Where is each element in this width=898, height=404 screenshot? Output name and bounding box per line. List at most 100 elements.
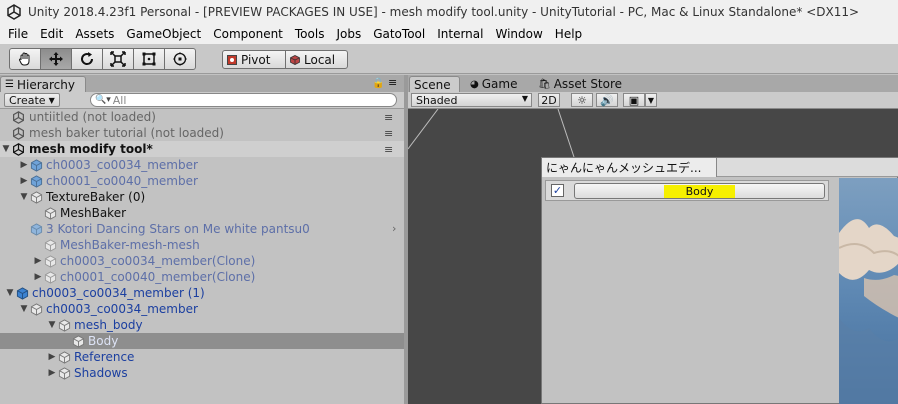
tree-item[interactable]: ▶ ch0001_co0040_member bbox=[0, 173, 404, 189]
combined-transform-icon bbox=[173, 52, 187, 66]
row-label: ch0001_co0040_member bbox=[46, 174, 198, 188]
effects-dropdown[interactable]: ▼ bbox=[645, 93, 657, 107]
gameobject-cube-icon bbox=[58, 366, 71, 380]
expand-arrow-icon[interactable]: ▼ bbox=[18, 192, 30, 202]
row-label: MeshBaker bbox=[60, 206, 127, 220]
menu-gatotool[interactable]: GatoTool bbox=[367, 27, 431, 41]
expand-arrow-icon[interactable]: ▶ bbox=[46, 368, 58, 378]
pivot-icon bbox=[227, 54, 237, 65]
pacman-icon: ◕ bbox=[470, 78, 479, 90]
scene-menu-icon[interactable]: ≡ bbox=[384, 127, 393, 140]
pivot-label: Pivot bbox=[241, 52, 271, 67]
tree-item[interactable]: ▶ ch0001_co0040_member(Clone) bbox=[0, 269, 404, 285]
move-tool-button[interactable] bbox=[40, 48, 72, 70]
toggle-2d-button[interactable]: 2D bbox=[538, 93, 560, 107]
tree-item[interactable]: ▼ ch0003_co0034_member bbox=[0, 301, 404, 317]
row-label: Shadows bbox=[74, 366, 128, 380]
transform-tools bbox=[9, 48, 196, 70]
scene-menu-icon[interactable]: ≡ bbox=[384, 111, 393, 124]
tree-item[interactable]: ▼ ch0003_co0034_member (1) bbox=[0, 285, 404, 301]
row-label: ch0001_co0040_member(Clone) bbox=[60, 270, 256, 284]
local-button[interactable]: Local bbox=[285, 50, 348, 69]
menu-component[interactable]: Component bbox=[207, 27, 289, 41]
mesh-editor-title: にゃんにゃんメッシュエデ... bbox=[546, 161, 702, 175]
menu-window[interactable]: Window bbox=[489, 27, 548, 41]
scene-menu-icon[interactable]: ≡ bbox=[384, 143, 393, 156]
scene-row-active[interactable]: ▼ mesh modify tool* ≡ bbox=[0, 141, 404, 157]
menu-help[interactable]: Help bbox=[549, 27, 588, 41]
menu-jobs[interactable]: Jobs bbox=[330, 27, 367, 41]
menu-bar: File Edit Assets GameObject Component To… bbox=[0, 24, 898, 44]
menu-internal[interactable]: Internal bbox=[431, 27, 489, 41]
scene-row[interactable]: mesh baker tutorial (not loaded) ≡ bbox=[0, 125, 404, 141]
mesh-editor-titlebar: にゃんにゃんメッシュエデ... bbox=[542, 158, 898, 177]
expand-arrow-icon[interactable]: ▶ bbox=[46, 352, 58, 362]
tab-hierarchy-label: Hierarchy bbox=[16, 77, 75, 92]
create-dropdown[interactable]: Create ▼ bbox=[4, 93, 60, 107]
lighting-toggle[interactable]: ☼ bbox=[571, 93, 593, 107]
gameobject-cube-icon bbox=[30, 190, 43, 204]
menu-file[interactable]: File bbox=[2, 27, 34, 41]
expand-arrow-icon[interactable]: ▼ bbox=[4, 288, 16, 298]
chevron-down-icon: ▼ bbox=[647, 95, 655, 105]
tab-hierarchy[interactable]: ☰ Hierarchy bbox=[0, 76, 86, 92]
expand-arrow-icon[interactable]: ▶ bbox=[32, 272, 44, 282]
scale-icon bbox=[110, 51, 126, 67]
expand-arrow-icon[interactable]: ▶ bbox=[18, 176, 30, 186]
hierarchy-toolbar: Create ▼ 🔍▾ All bbox=[0, 92, 404, 109]
hand-tool-button[interactable] bbox=[9, 48, 41, 70]
expand-arrow-icon[interactable]: ▶ bbox=[18, 160, 30, 170]
lock-icon[interactable]: 🔒 bbox=[372, 78, 384, 89]
row-label: Reference bbox=[74, 350, 135, 364]
mesh-enable-checkbox[interactable]: ✓ bbox=[551, 184, 564, 197]
tree-item[interactable]: MeshBaker-mesh-mesh bbox=[0, 237, 404, 253]
tree-item-selected[interactable]: Body bbox=[0, 333, 404, 349]
chevron-right-icon[interactable]: › bbox=[392, 222, 396, 235]
tab-asset-store[interactable]: 🛍 Asset Store bbox=[534, 76, 634, 92]
gameobject-cube-icon bbox=[58, 318, 71, 332]
scale-tool-button[interactable] bbox=[102, 48, 134, 70]
tree-item[interactable]: ▼ TextureBaker (0) bbox=[0, 189, 404, 205]
rect-tool-button[interactable] bbox=[133, 48, 165, 70]
expand-arrow-icon[interactable]: ▼ bbox=[46, 320, 58, 330]
expand-arrow-icon[interactable]: ▼ bbox=[0, 144, 12, 154]
mesh-preview-image bbox=[839, 178, 898, 404]
menu-tools[interactable]: Tools bbox=[289, 27, 331, 41]
menu-gameobject[interactable]: GameObject bbox=[120, 27, 207, 41]
gameobject-cube-icon bbox=[44, 254, 57, 268]
transform-tool-button[interactable] bbox=[164, 48, 196, 70]
mesh-editor-tab[interactable]: にゃんにゃんメッシュエデ... bbox=[542, 158, 717, 177]
tree-item[interactable]: ▶ Reference bbox=[0, 349, 404, 365]
menu-edit[interactable]: Edit bbox=[34, 27, 69, 41]
tab-asset-store-label: Asset Store bbox=[553, 77, 623, 91]
tree-item[interactable]: ▶ ch0003_co0034_member bbox=[0, 157, 404, 173]
prefab-cube-icon bbox=[30, 222, 43, 236]
hierarchy-search-input[interactable]: 🔍▾ All bbox=[90, 93, 397, 107]
search-icon: 🔍▾ bbox=[95, 95, 111, 105]
body-mesh-button[interactable]: Body bbox=[574, 183, 825, 199]
unity-logo-icon bbox=[7, 4, 21, 20]
hand-icon bbox=[19, 52, 30, 66]
panel-menu-icon[interactable]: ≡ bbox=[388, 76, 397, 89]
tree-item[interactable]: 3 Kotori Dancing Stars on Me white pants… bbox=[0, 221, 404, 237]
prefab-cube-icon bbox=[30, 158, 43, 172]
tree-item[interactable]: ▼ mesh_body bbox=[0, 317, 404, 333]
tab-game[interactable]: ◕ Game bbox=[466, 76, 530, 92]
menu-assets[interactable]: Assets bbox=[69, 27, 120, 41]
unity-scene-icon bbox=[13, 126, 24, 140]
expand-arrow-icon[interactable]: ▶ bbox=[32, 256, 44, 266]
effects-toggle[interactable]: ▣ bbox=[623, 93, 645, 107]
chevron-down-icon: ▼ bbox=[521, 94, 528, 103]
expand-arrow-icon[interactable]: ▼ bbox=[18, 304, 30, 314]
scene-row[interactable]: untiitled (not loaded) ≡ bbox=[0, 109, 404, 125]
tree-item[interactable]: MeshBaker bbox=[0, 205, 404, 221]
shading-mode-dropdown[interactable]: Shaded ▼ bbox=[411, 93, 532, 107]
window-title: Unity 2018.4.23f1 Personal - [PREVIEW PA… bbox=[28, 5, 860, 19]
pivot-button[interactable]: Pivot bbox=[222, 50, 286, 69]
tab-scene[interactable]: Scene bbox=[409, 76, 460, 92]
tree-item[interactable]: ▶ Shadows bbox=[0, 365, 404, 381]
rotate-tool-button[interactable] bbox=[71, 48, 103, 70]
audio-toggle[interactable]: 🔊 bbox=[596, 93, 618, 107]
tree-item[interactable]: ▶ ch0003_co0034_member(Clone) bbox=[0, 253, 404, 269]
scene-toolbar: Shaded ▼ 2D ☼ 🔊 ▣ ▼ bbox=[408, 92, 898, 109]
